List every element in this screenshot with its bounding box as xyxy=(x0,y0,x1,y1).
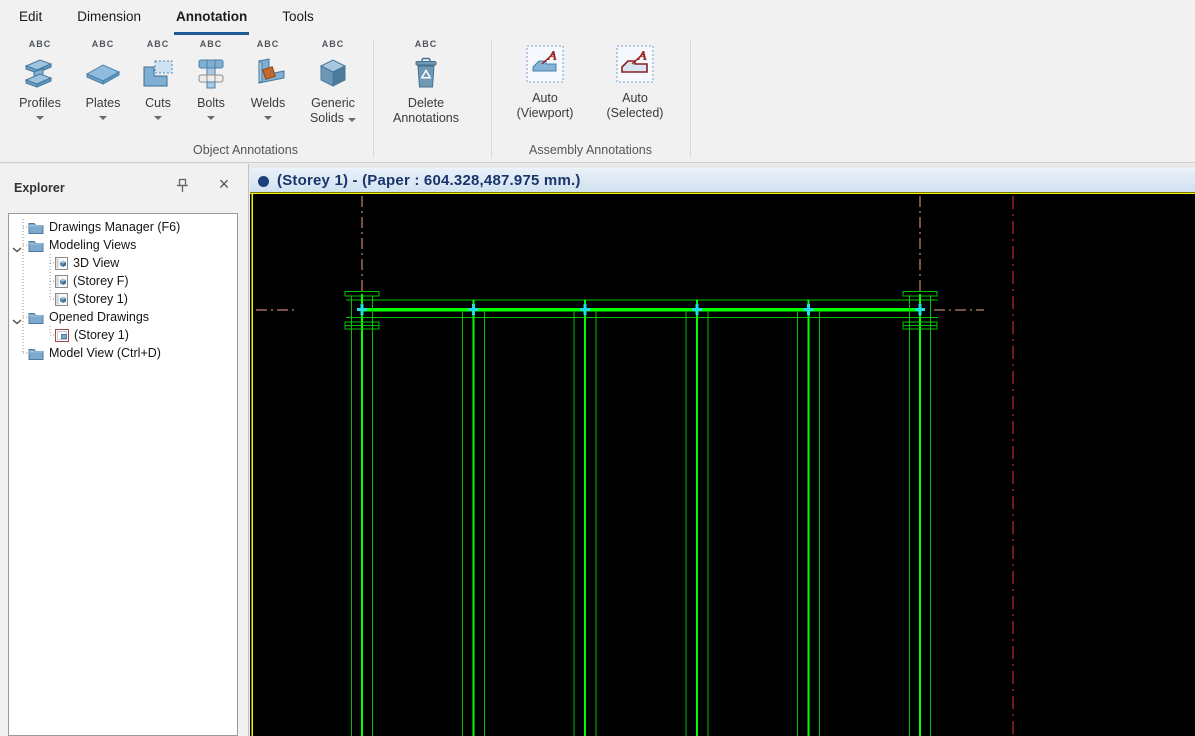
tree-item-label: Opened Drawings xyxy=(49,310,149,324)
bolts-label: Bolts xyxy=(186,96,236,111)
profile-beam-icon xyxy=(11,52,69,94)
abc-label: ABC xyxy=(75,39,131,52)
tree-item-drawings-manager[interactable]: Drawings Manager (F6) xyxy=(9,218,237,236)
tree-item-label: 3D View xyxy=(73,256,119,270)
view-icon xyxy=(55,275,68,288)
view-icon xyxy=(55,293,68,306)
welds-label: Welds xyxy=(242,96,294,111)
cut-icon xyxy=(133,52,183,94)
weld-icon xyxy=(242,52,294,94)
beam[interactable] xyxy=(346,300,938,318)
tree-item-storey-1-view[interactable]: (Storey 1) xyxy=(9,290,237,308)
opened-drawing-icon xyxy=(55,329,69,342)
chevron-down-icon xyxy=(36,116,44,120)
bolts-button[interactable]: ABC Bolts xyxy=(186,39,236,120)
tab-tools[interactable]: Tools xyxy=(280,0,316,35)
tree-item-label: Model View (Ctrl+D) xyxy=(49,346,161,360)
auto-viewport-button[interactable]: A Auto (Viewport) xyxy=(505,39,585,121)
auto-selected-icon: A xyxy=(596,39,674,89)
tree-item-storey-1-opened[interactable]: (Storey 1) xyxy=(9,326,237,344)
delete-annotations-button[interactable]: ABC Delete Annotations xyxy=(383,39,469,126)
abc-label: ABC xyxy=(186,39,236,52)
column-end-left[interactable] xyxy=(345,292,379,736)
profiles-button[interactable]: ABC Profiles xyxy=(11,39,69,120)
ribbon-group-separator xyxy=(690,40,691,158)
tree-item-label: Drawings Manager (F6) xyxy=(49,220,180,234)
tree-item-label: (Storey F) xyxy=(73,274,129,288)
auto-selected-button[interactable]: A Auto (Selected) xyxy=(596,39,674,121)
column-interior[interactable] xyxy=(463,300,485,736)
close-icon[interactable]: × xyxy=(214,173,234,195)
chevron-down-icon xyxy=(264,116,272,120)
folder-icon xyxy=(28,221,44,234)
menu-bar: Edit Dimension Annotation Tools xyxy=(0,0,1195,35)
cuts-label: Cuts xyxy=(133,96,183,111)
tab-annotation[interactable]: Annotation xyxy=(174,0,249,35)
column-interior[interactable] xyxy=(686,300,708,736)
profiles-label: Profiles xyxy=(11,96,69,111)
plates-button[interactable]: ABC Plates xyxy=(75,39,131,120)
drawing-window-title: (Storey 1) - (Paper : 604.328,487.975 mm… xyxy=(277,172,581,189)
explorer-tree: Drawings Manager (F6) Modeling Views 3D … xyxy=(8,213,238,736)
auto-viewport-label: Auto (Viewport) xyxy=(505,91,585,121)
delete-annotations-label: Delete Annotations xyxy=(383,96,469,126)
chevron-down-icon xyxy=(154,116,162,120)
application-window: Edit Dimension Annotation Tools ABC Prof… xyxy=(0,0,1195,736)
generic-solids-button[interactable]: ABC Generic Solids xyxy=(299,39,367,126)
abc-label: ABC xyxy=(299,39,367,52)
tree-item-label: (Storey 1) xyxy=(73,292,128,306)
chevron-down-icon xyxy=(99,116,107,120)
drawing-active-bullet-icon xyxy=(258,176,269,187)
paper-border xyxy=(250,193,1195,736)
chevron-down-icon xyxy=(207,116,215,120)
tree-item-modeling-views[interactable]: Modeling Views xyxy=(9,236,237,254)
folder-icon xyxy=(28,311,44,324)
folder-icon xyxy=(28,347,44,360)
drawing-window-titlebar[interactable]: (Storey 1) - (Paper : 604.328,487.975 mm… xyxy=(250,168,1195,192)
tab-dimension[interactable]: Dimension xyxy=(75,0,143,35)
svg-text:A: A xyxy=(637,49,647,64)
delete-annotations-icon xyxy=(383,52,469,94)
column-end-right[interactable] xyxy=(903,292,937,736)
tree-item-3d-view[interactable]: 3D View xyxy=(9,254,237,272)
tree-item-model-view[interactable]: Model View (Ctrl+D) xyxy=(9,344,237,362)
folder-icon xyxy=(28,239,44,252)
generic-solids-label: Generic Solids xyxy=(299,96,367,126)
column-interior[interactable] xyxy=(574,300,596,736)
abc-label: ABC xyxy=(133,39,183,52)
tree-item-label: Modeling Views xyxy=(49,238,136,252)
generic-solid-icon xyxy=(299,52,367,94)
ribbon-separator xyxy=(373,40,374,158)
plates-label: Plates xyxy=(75,96,131,111)
plate-icon xyxy=(75,52,131,94)
ribbon: ABC Profiles ABC xyxy=(0,35,1195,163)
bolt-icon xyxy=(186,52,236,94)
welds-button[interactable]: ABC Welds xyxy=(242,39,294,120)
view-icon xyxy=(55,257,68,270)
cuts-button[interactable]: ABC Cuts xyxy=(133,39,183,120)
auto-viewport-icon: A xyxy=(505,39,585,89)
pin-icon[interactable] xyxy=(174,178,192,196)
tree-item-opened-drawings[interactable]: Opened Drawings xyxy=(9,308,237,326)
abc-label: ABC xyxy=(383,39,469,52)
explorer-panel-title: Explorer xyxy=(14,181,65,195)
grid-axis-lines[interactable] xyxy=(256,196,1013,736)
tab-edit[interactable]: Edit xyxy=(17,0,44,35)
svg-text:A: A xyxy=(547,49,557,64)
group-label-assembly-annotations: Assembly Annotations xyxy=(491,143,690,157)
abc-label: ABC xyxy=(11,39,69,52)
group-label-object-annotations: Object Annotations xyxy=(0,143,491,157)
auto-selected-label: Auto (Selected) xyxy=(596,91,674,121)
explorer-panel: Explorer × xyxy=(0,164,249,736)
column-interior[interactable] xyxy=(798,300,820,736)
tree-item-storey-f[interactable]: (Storey F) xyxy=(9,272,237,290)
abc-label: ABC xyxy=(242,39,294,52)
tree-item-label: (Storey 1) xyxy=(74,328,129,342)
chevron-down-icon xyxy=(348,118,356,122)
ribbon-group-separator xyxy=(491,40,492,158)
drawing-canvas[interactable] xyxy=(250,192,1195,736)
